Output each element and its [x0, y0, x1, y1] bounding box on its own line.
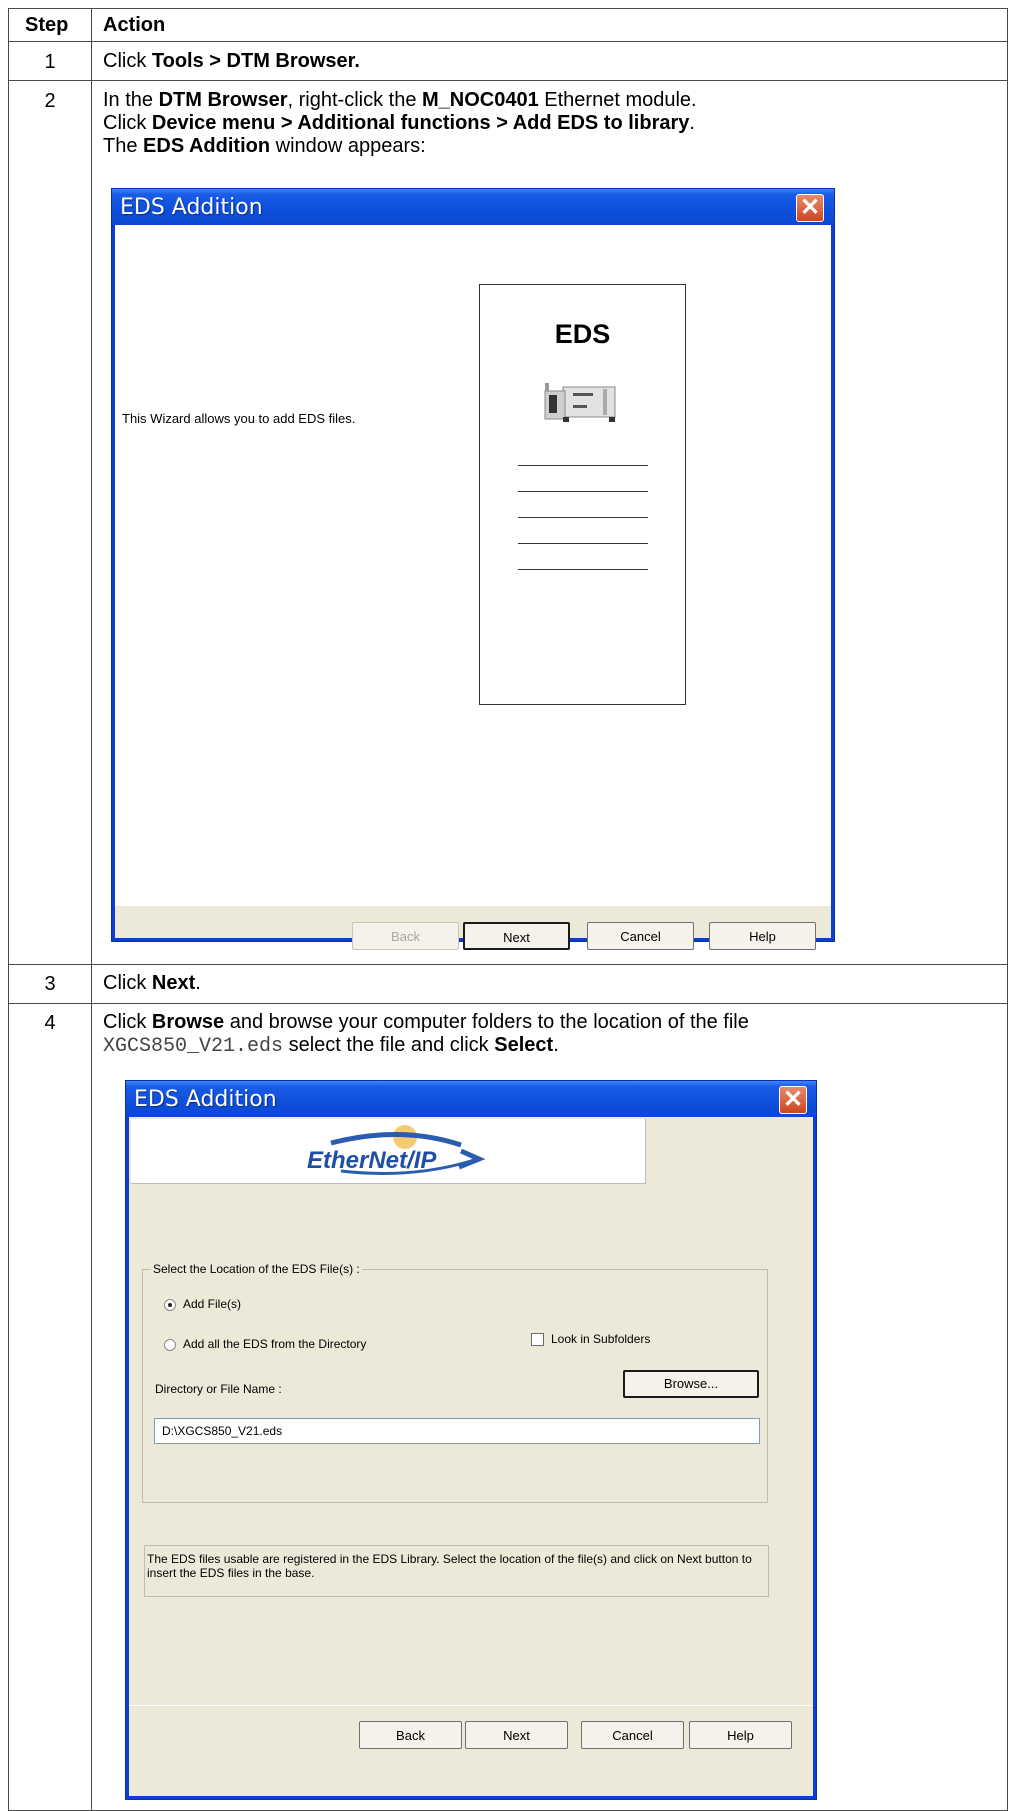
- header-step: Step: [25, 14, 69, 36]
- next-button[interactable]: Next: [463, 922, 570, 950]
- title-bar: EDS Addition ✕: [126, 1081, 816, 1117]
- row-divider: [9, 41, 1007, 42]
- step-2-text: In the DTM Browser, right-click the M_NO…: [103, 89, 697, 157]
- next-button[interactable]: Next: [465, 1721, 568, 1749]
- card-line: [518, 465, 648, 466]
- header-action: Action: [103, 14, 166, 36]
- button-bar: Back Next Cancel Help: [129, 1705, 813, 1796]
- eds-card: EDS: [479, 284, 686, 705]
- device-module-icon: [544, 383, 616, 422]
- dialog-body: EtherNet/IP Select the Location of the E…: [129, 1117, 813, 1796]
- row-divider: [9, 80, 1007, 81]
- step-3-text: Click Next.: [103, 972, 201, 994]
- cancel-button[interactable]: Cancel: [581, 1721, 684, 1749]
- title-bar: EDS Addition ✕: [112, 189, 834, 225]
- eds-addition-dialog-step4: EDS Addition ✕ EtherNet/IP Select the Lo…: [125, 1080, 817, 1800]
- close-icon: ✕: [782, 1086, 804, 1113]
- back-button[interactable]: Back: [359, 1721, 462, 1749]
- eds-card-label: EDS: [554, 319, 611, 349]
- browse-button[interactable]: Browse...: [623, 1370, 759, 1398]
- look-in-subfolders-checkbox[interactable]: [531, 1333, 544, 1346]
- card-line: [518, 491, 648, 492]
- look-in-subfolders-label: Look in Subfolders: [551, 1332, 651, 1346]
- logo-text: EtherNet/IP: [307, 1147, 437, 1174]
- path-value: D:\XGCS850_V21.eds: [162, 1424, 283, 1438]
- button-bar: Back Next Cancel Help: [115, 905, 831, 950]
- add-directory-radio[interactable]: [164, 1339, 176, 1351]
- logo-banner: EtherNet/IP: [131, 1119, 646, 1184]
- help-button[interactable]: Help: [689, 1721, 792, 1749]
- row-divider: [9, 1003, 1007, 1004]
- close-button[interactable]: ✕: [779, 1086, 807, 1114]
- step-1-text: Click Tools > DTM Browser.: [103, 50, 360, 72]
- add-files-label: Add File(s): [183, 1297, 242, 1311]
- back-button[interactable]: Back: [352, 922, 459, 950]
- add-directory-label: Add all the EDS from the Directory: [183, 1337, 367, 1351]
- close-icon: ✕: [799, 194, 821, 221]
- help-button[interactable]: Help: [709, 922, 816, 950]
- close-button[interactable]: ✕: [796, 194, 824, 222]
- card-line: [518, 543, 648, 544]
- row-divider: [9, 964, 1007, 965]
- step-number: 1: [44, 51, 56, 73]
- location-group-label: Select the Location of the EDS File(s) :: [151, 1262, 362, 1276]
- info-text: The EDS files usable are registered in t…: [147, 1552, 752, 1580]
- column-divider: [91, 9, 92, 1810]
- dialog-body: This Wizard allows you to add EDS files.…: [115, 225, 831, 950]
- add-files-radio[interactable]: [164, 1299, 176, 1311]
- step-number: 2: [44, 90, 56, 112]
- step-number: 3: [44, 973, 56, 995]
- card-line: [518, 517, 648, 518]
- step-number: 4: [44, 1012, 56, 1034]
- card-line: [518, 569, 648, 570]
- directory-label: Directory or File Name :: [155, 1382, 282, 1396]
- step-4-text: Click Browse and browse your computer fo…: [103, 1011, 749, 1058]
- info-box: The EDS files usable are registered in t…: [144, 1545, 769, 1597]
- eds-addition-dialog: EDS Addition ✕ This Wizard allows you to…: [111, 188, 835, 950]
- wizard-intro: This Wizard allows you to add EDS files.: [122, 411, 356, 426]
- dialog-title: EDS Addition: [134, 1087, 277, 1112]
- dialog-title: EDS Addition: [120, 195, 263, 220]
- path-input[interactable]: D:\XGCS850_V21.eds: [154, 1418, 760, 1444]
- cancel-button[interactable]: Cancel: [587, 922, 694, 950]
